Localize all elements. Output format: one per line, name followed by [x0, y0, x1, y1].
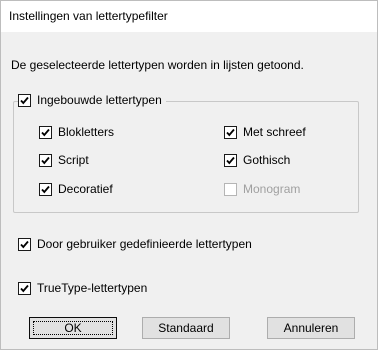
cancel-button[interactable]: Annuleren — [267, 317, 355, 339]
checkbox-check-icon — [39, 153, 52, 167]
checkbox-monogram: Monogram — [224, 182, 300, 196]
cancel-button-label: Annuleren — [283, 321, 339, 335]
focus-rectangle — [33, 321, 113, 335]
checkbox-check-icon — [18, 93, 31, 107]
ok-button[interactable]: OK — [29, 317, 117, 339]
user-defined-fonts-label: Door gebruiker gedefinieerde lettertypen — [37, 237, 252, 251]
met-schreef-label: Met schreef — [243, 125, 306, 139]
checkbox-check-icon — [224, 125, 237, 139]
checkbox-decoratief[interactable]: Decoratief — [39, 182, 113, 196]
decoratief-label: Decoratief — [58, 182, 113, 196]
checkbox-check-icon — [39, 125, 52, 139]
font-filter-dialog: Instellingen van lettertypefilter De ges… — [0, 0, 378, 350]
monogram-label: Monogram — [243, 182, 301, 196]
gothisch-label: Gothisch — [243, 153, 291, 167]
builtin-fonts-label: Ingebouwde lettertypen — [37, 93, 162, 107]
truetype-fonts-label: TrueType-lettertypen — [37, 281, 148, 295]
blokletters-label: Blokletters — [58, 125, 115, 139]
checkbox-user-defined-fonts[interactable]: Door gebruiker gedefinieerde lettertypen — [18, 237, 252, 251]
checkbox-check-icon — [18, 281, 31, 295]
checkbox-check-icon — [39, 182, 52, 196]
checkbox-empty-icon — [224, 182, 237, 196]
script-label: Script — [58, 153, 89, 167]
checkbox-check-icon — [18, 237, 31, 251]
title-bar: Instellingen van lettertypefilter — [1, 1, 377, 32]
description-text: De geselecteerde lettertypen worden in l… — [11, 58, 304, 72]
builtin-fonts-checkbox[interactable]: Ingebouwde lettertypen — [18, 93, 166, 107]
standard-button[interactable]: Standaard — [142, 317, 230, 339]
checkbox-truetype-fonts[interactable]: TrueType-lettertypen — [18, 281, 147, 295]
dialog-title: Instellingen van lettertypefilter — [9, 9, 168, 23]
standard-button-label: Standaard — [158, 321, 214, 335]
checkbox-met-schreef[interactable]: Met schreef — [224, 125, 306, 139]
checkbox-check-icon — [224, 153, 237, 167]
checkbox-script[interactable]: Script — [39, 153, 89, 167]
checkbox-blokletters[interactable]: Blokletters — [39, 125, 114, 139]
checkbox-gothisch[interactable]: Gothisch — [224, 153, 290, 167]
